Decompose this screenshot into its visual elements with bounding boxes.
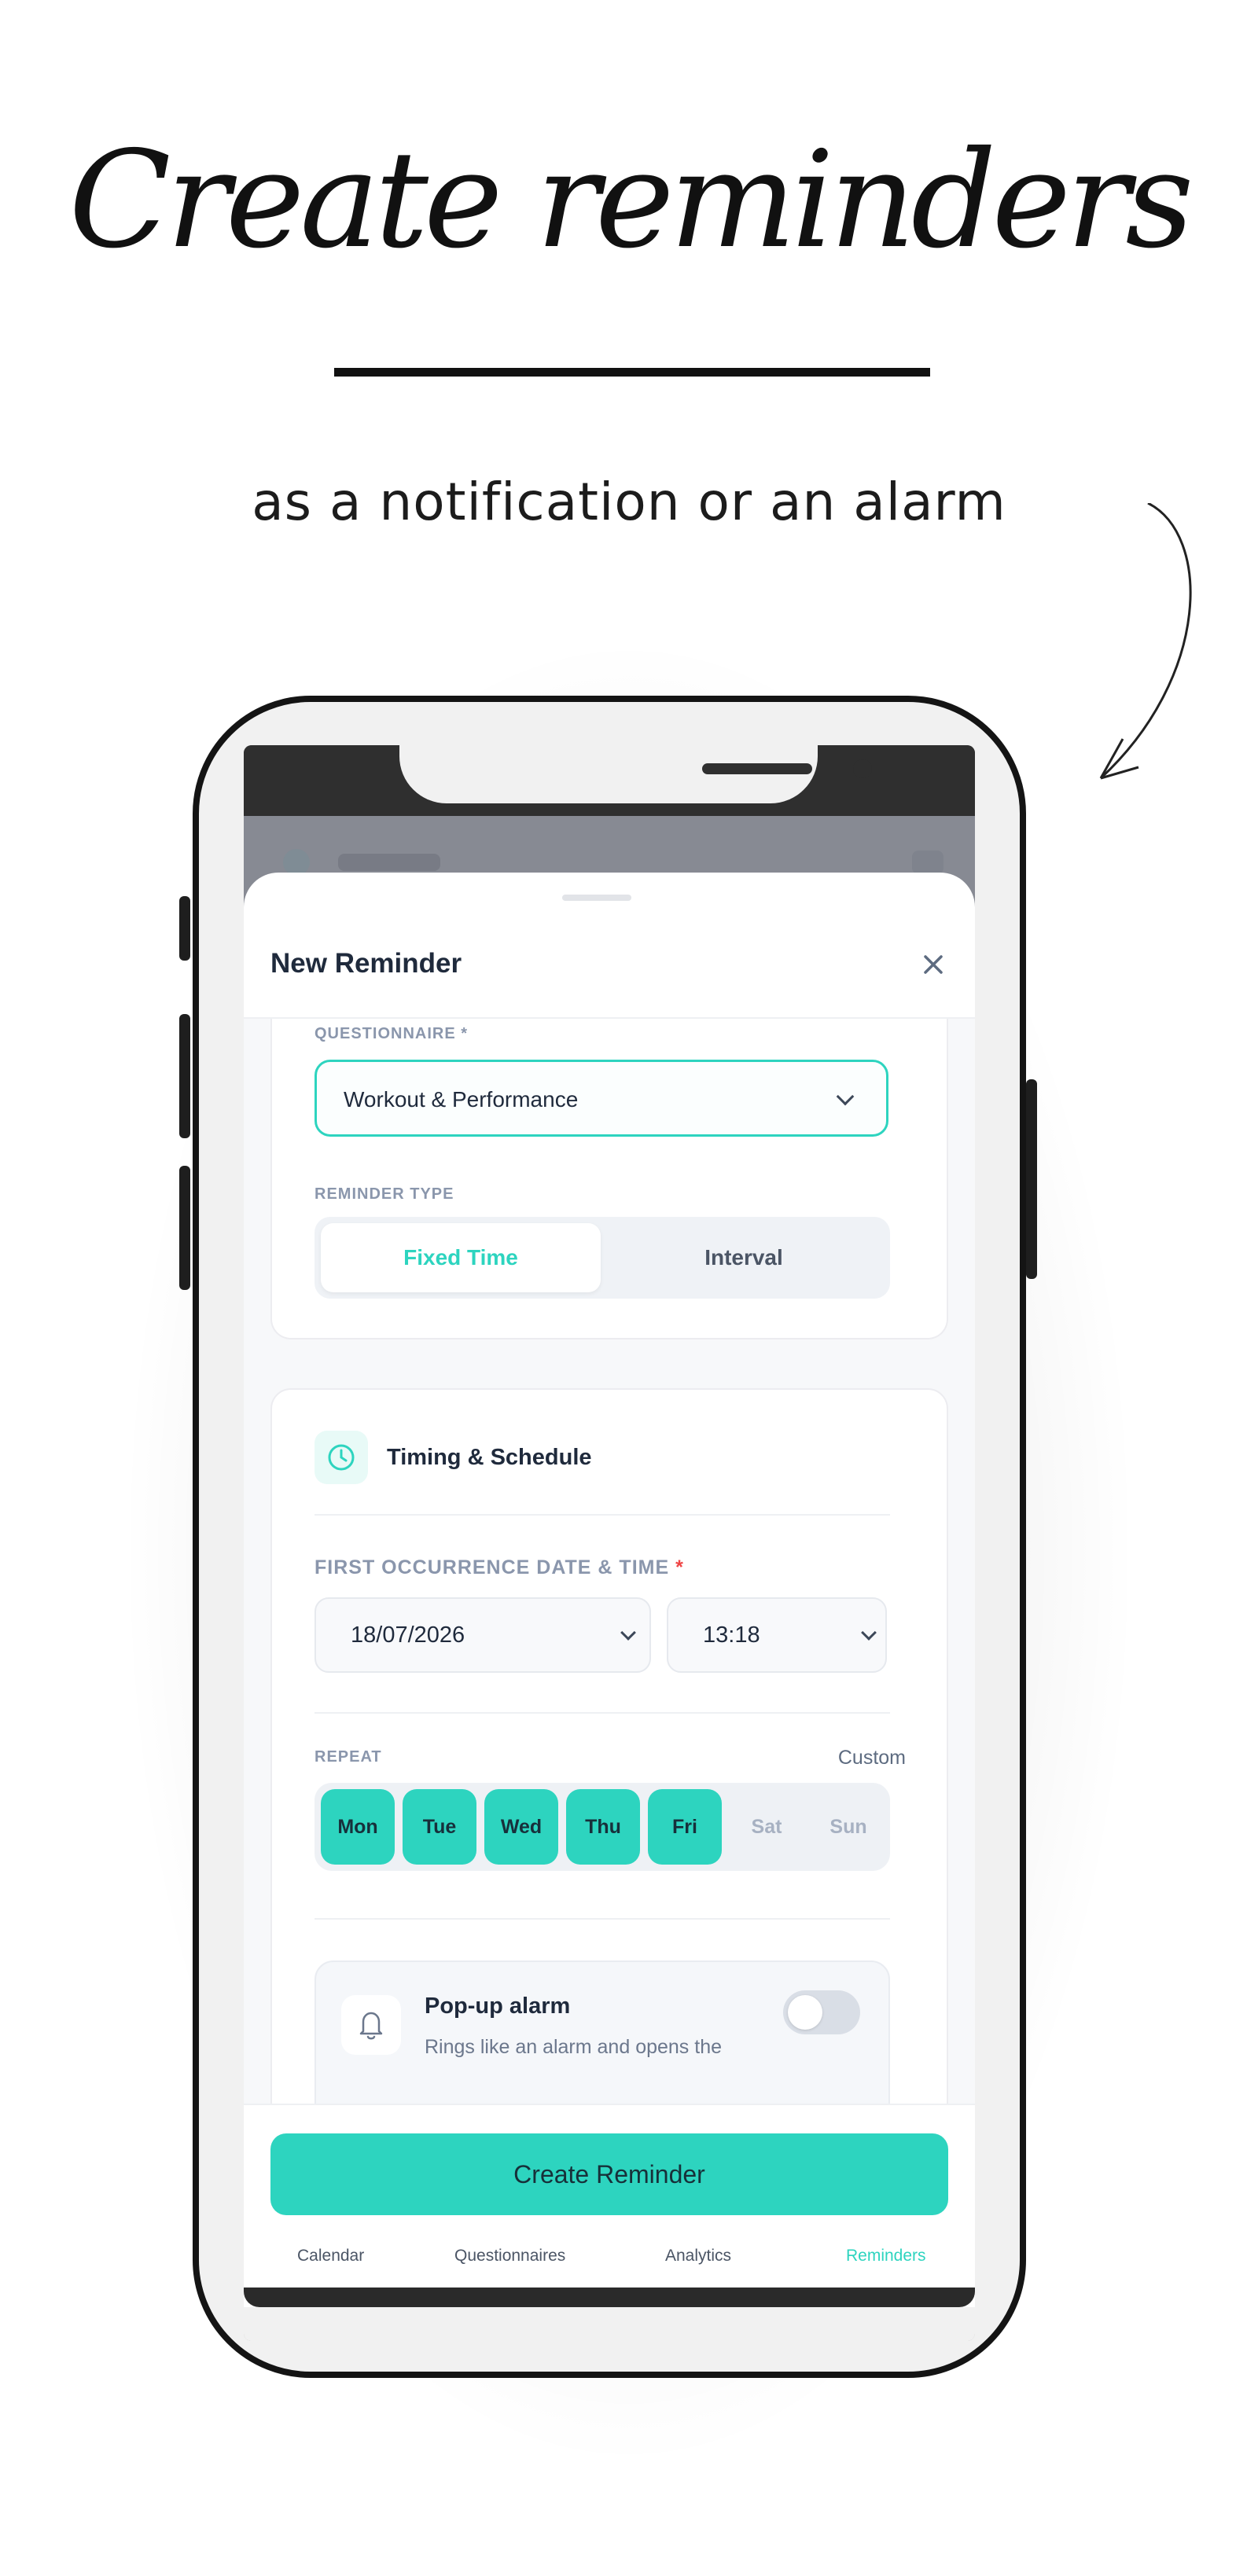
section-divider — [314, 1712, 890, 1714]
create-reminder-button[interactable]: Create Reminder — [270, 2133, 948, 2215]
popup-alarm-option: Pop-up alarm Rings like an alarm and ope… — [314, 1960, 890, 2104]
tab-reminders[interactable]: Reminders — [846, 2247, 926, 2265]
promo-subheadline: as a notification or an alarm — [252, 472, 1006, 532]
phone-side-button-volume-up — [179, 1014, 190, 1138]
questionnaire-card: QUESTIONNAIRE * Workout & Performance RE… — [270, 1019, 948, 1339]
repeat-custom-link[interactable]: Custom — [838, 1747, 906, 1769]
section-divider — [314, 1918, 890, 1920]
date-value: 18/07/2026 — [351, 1622, 465, 1648]
tab-analytics[interactable]: Analytics — [665, 2247, 731, 2265]
popup-alarm-description: Rings like an alarm and opens the — [425, 2036, 723, 2058]
bell-icon — [359, 2012, 383, 2040]
day-toggle-mon[interactable]: Mon — [321, 1789, 395, 1865]
chevron-down-icon — [861, 1625, 877, 1641]
front-camera — [853, 759, 872, 778]
phone-screen: New Reminder QUESTIONNAIRE * Workout & P… — [244, 745, 975, 2341]
questionnaire-label: QUESTIONNAIRE * — [314, 1025, 469, 1042]
sheet-drag-handle[interactable] — [562, 895, 631, 901]
promo-headline: Create reminders — [68, 123, 1194, 278]
reminder-type-label: REMINDER TYPE — [314, 1185, 454, 1203]
close-button[interactable] — [915, 946, 951, 983]
close-icon — [924, 955, 943, 974]
chevron-down-icon — [836, 1087, 855, 1106]
toggle-knob — [788, 1995, 822, 2030]
repeat-days-picker: Mon Tue Wed Thu Fri Sat Sun — [314, 1783, 890, 1871]
day-toggle-sun[interactable]: Sun — [811, 1789, 885, 1865]
popup-alarm-icon-box — [341, 1995, 401, 2055]
day-toggle-tue[interactable]: Tue — [403, 1789, 476, 1865]
phone-notch — [399, 745, 872, 803]
questionnaire-select[interactable]: Workout & Performance — [314, 1060, 888, 1137]
time-value: 13:18 — [703, 1622, 760, 1648]
form-scroll-area[interactable]: QUESTIONNAIRE * Workout & Performance RE… — [244, 1019, 975, 2104]
bottom-tab-bar: Calendar Questionnaires Analytics Remind… — [244, 2243, 975, 2283]
day-toggle-thu[interactable]: Thu — [566, 1789, 640, 1865]
sheet-footer: Create Reminder — [244, 2104, 975, 2254]
popup-alarm-title: Pop-up alarm — [425, 1994, 571, 2019]
section-divider — [314, 1514, 890, 1516]
reminder-type-interval[interactable]: Interval — [604, 1223, 884, 1292]
questionnaire-selected-value: Workout & Performance — [344, 1087, 579, 1112]
day-toggle-wed[interactable]: Wed — [484, 1789, 558, 1865]
time-select[interactable]: 13:18 — [667, 1597, 887, 1673]
reminder-type-fixed-time[interactable]: Fixed Time — [321, 1223, 601, 1292]
tab-calendar[interactable]: Calendar — [297, 2247, 364, 2265]
new-reminder-sheet: New Reminder QUESTIONNAIRE * Workout & P… — [244, 873, 975, 2341]
timing-schedule-card: Timing & Schedule FIRST OCCURRENCE DATE … — [270, 1388, 948, 2104]
home-indicator-strip — [244, 2288, 975, 2307]
tab-questionnaires[interactable]: Questionnaires — [454, 2247, 565, 2265]
day-toggle-sat[interactable]: Sat — [730, 1789, 804, 1865]
chevron-down-icon — [620, 1625, 636, 1641]
phone-side-button-volume-down — [179, 1166, 190, 1290]
timing-section-icon-box — [314, 1431, 368, 1484]
sheet-title: New Reminder — [270, 948, 462, 979]
date-select[interactable]: 18/07/2026 — [314, 1597, 651, 1673]
day-toggle-fri[interactable]: Fri — [648, 1789, 722, 1865]
clock-icon — [328, 1444, 355, 1471]
phone-bezel-bottom — [244, 2307, 975, 2341]
phone-side-button-silent — [179, 896, 190, 961]
sheet-header: New Reminder — [244, 920, 975, 1019]
phone-side-button-power — [1026, 1079, 1037, 1279]
reminder-type-toggle: Fixed Time Interval — [314, 1217, 890, 1299]
timing-section-title: Timing & Schedule — [387, 1445, 592, 1470]
repeat-label: REPEAT — [314, 1748, 382, 1766]
popup-alarm-toggle[interactable] — [783, 1990, 860, 2034]
first-occurrence-label: FIRST OCCURRENCE DATE & TIME * — [314, 1556, 684, 1578]
headline-divider — [334, 368, 930, 377]
speaker-grille — [702, 763, 812, 774]
